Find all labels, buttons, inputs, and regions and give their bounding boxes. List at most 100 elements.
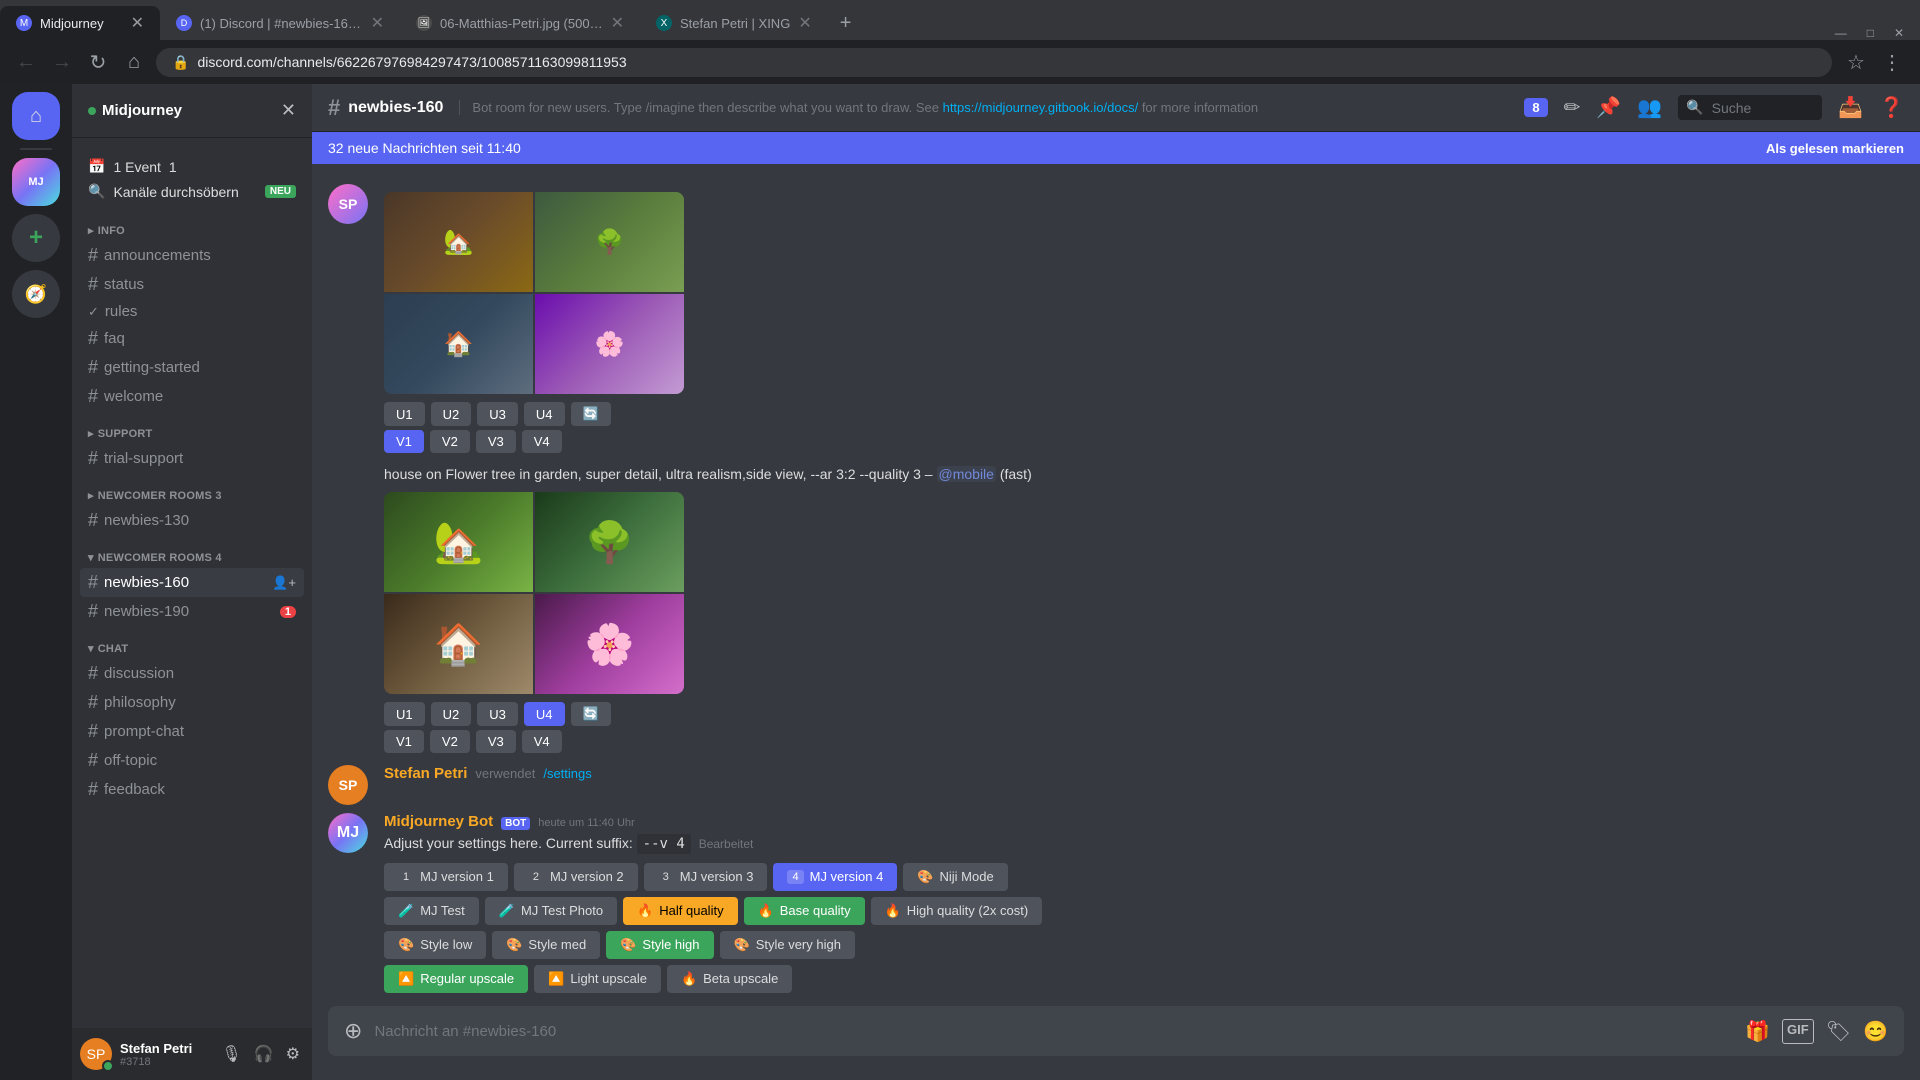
- high-quality-btn[interactable]: 🔥 High quality (2x cost): [871, 897, 1043, 925]
- event-row[interactable]: 📅 1 Event 1: [80, 154, 304, 179]
- window-minimize[interactable]: —: [1827, 26, 1855, 40]
- channel-discussion[interactable]: # discussion: [80, 659, 304, 688]
- channel-trial-support[interactable]: # trial-support: [80, 444, 304, 473]
- tab-discord[interactable]: D (1) Discord | #newbies-160 | Mid... ✕: [160, 6, 400, 40]
- channel-rules[interactable]: ✓ rules: [80, 299, 304, 324]
- tab-close-discord[interactable]: ✕: [371, 13, 384, 33]
- server-icon-midjourney[interactable]: MJ: [12, 158, 60, 206]
- u1-button-main[interactable]: U1: [384, 702, 425, 726]
- pin-icon[interactable]: 📌: [1596, 95, 1621, 120]
- v1-button-top[interactable]: V1: [384, 430, 424, 453]
- forward-button[interactable]: →: [48, 48, 76, 76]
- channel-newbies-190[interactable]: # newbies-190 1: [80, 597, 304, 626]
- channel-faq[interactable]: # faq: [80, 324, 304, 353]
- channel-prompt-chat[interactable]: # prompt-chat: [80, 717, 304, 746]
- mute-button[interactable]: 🎙: [217, 1040, 245, 1068]
- members-icon[interactable]: 👥: [1637, 95, 1662, 120]
- base-quality-btn[interactable]: 🔥 Base quality: [744, 897, 865, 925]
- category-support[interactable]: ▸ SUPPORT: [72, 411, 312, 444]
- u4-button-top[interactable]: U4: [524, 402, 565, 426]
- home-button[interactable]: ⌂: [120, 48, 148, 76]
- mj-test-photo-btn[interactable]: 🧪 MJ Test Photo: [485, 897, 617, 925]
- mark-read-button[interactable]: Als gelesen markieren: [1766, 141, 1904, 156]
- new-tab-button[interactable]: +: [828, 6, 864, 40]
- niji-mode-btn[interactable]: 🎨 Niji Mode: [903, 863, 1007, 891]
- style-high-btn[interactable]: 🎨 Style high: [606, 931, 713, 959]
- channel-getting-started[interactable]: # getting-started: [80, 353, 304, 382]
- v4-button-main[interactable]: V4: [522, 730, 562, 753]
- tab-image[interactable]: 🖼 06-Matthias-Petri.jpg (500×500) ✕: [400, 6, 640, 40]
- edit-icon[interactable]: ✏: [1564, 95, 1581, 120]
- v3-button-main[interactable]: V3: [476, 730, 516, 753]
- category-newcomer4[interactable]: ▾ NEWCOMER ROOMS 4: [72, 535, 312, 568]
- settings-link[interactable]: /settings: [543, 766, 591, 781]
- beta-upscale-btn[interactable]: 🔥 Beta upscale: [667, 965, 792, 993]
- address-bar[interactable]: 🔒 discord.com/channels/66226797698429747…: [156, 48, 1832, 77]
- gif-icon[interactable]: GIF: [1782, 1019, 1814, 1044]
- u2-button-top[interactable]: U2: [431, 402, 472, 426]
- gift-icon[interactable]: 🎁: [1745, 1019, 1770, 1044]
- server-header[interactable]: Midjourney ✕: [72, 84, 312, 138]
- style-low-btn[interactable]: 🎨 Style low: [384, 931, 486, 959]
- channel-welcome[interactable]: # welcome: [80, 382, 304, 411]
- v2-button-main[interactable]: V2: [430, 730, 470, 753]
- deafen-button[interactable]: 🎧: [250, 1040, 278, 1068]
- u3-button-top[interactable]: U3: [477, 402, 518, 426]
- server-icon-home[interactable]: ⌂: [12, 92, 60, 140]
- notification-bar[interactable]: 32 neue Nachrichten seit 11:40 Als geles…: [312, 132, 1920, 164]
- server-menu-icon[interactable]: ✕: [281, 100, 296, 121]
- style-very-high-btn[interactable]: 🎨 Style very high: [720, 931, 855, 959]
- channel-announcements[interactable]: # announcements: [80, 241, 304, 270]
- image-main-3[interactable]: 🏠: [384, 594, 533, 694]
- category-info[interactable]: ▸ INFO: [72, 208, 312, 241]
- light-upscale-btn[interactable]: 🔼 Light upscale: [534, 965, 661, 993]
- image-main-2[interactable]: 🌳: [535, 492, 684, 592]
- mj-version-1-btn[interactable]: 1 MJ version 1: [384, 863, 508, 891]
- v3-button-top[interactable]: V3: [476, 430, 516, 453]
- emoji-icon[interactable]: 😊: [1863, 1019, 1888, 1044]
- inbox-icon[interactable]: 📥: [1838, 95, 1863, 120]
- refresh-button-main[interactable]: 🔄: [571, 702, 611, 726]
- image-main-4[interactable]: 🌸: [535, 594, 684, 694]
- tab-close-midjourney[interactable]: ✕: [131, 13, 144, 33]
- chat-add-button[interactable]: ⊕: [344, 1006, 362, 1056]
- help-icon[interactable]: ❓: [1879, 95, 1904, 120]
- image-main-1[interactable]: 🏡: [384, 492, 533, 592]
- tab-close-xing[interactable]: ✕: [798, 13, 811, 33]
- tab-midjourney[interactable]: M Midjourney ✕: [0, 6, 160, 40]
- v2-button-top[interactable]: V2: [430, 430, 470, 453]
- mj-version-3-btn[interactable]: 3 MJ version 3: [644, 863, 768, 891]
- browser-settings-icon[interactable]: ⋮: [1876, 46, 1908, 78]
- window-close[interactable]: ✕: [1886, 26, 1912, 40]
- half-quality-btn[interactable]: 🔥 Half quality: [623, 897, 738, 925]
- category-newcomer3[interactable]: ▸ NEWCOMER ROOMS 3: [72, 473, 312, 506]
- reload-button[interactable]: ↻: [84, 48, 112, 76]
- channel-newbies-130[interactable]: # newbies-130: [80, 506, 304, 535]
- add-member-icon[interactable]: 👤+: [272, 575, 296, 591]
- chat-input[interactable]: [374, 1011, 1733, 1052]
- v1-button-main[interactable]: V1: [384, 730, 424, 753]
- search-bar[interactable]: 🔍 Suche: [1678, 95, 1822, 120]
- channel-off-topic[interactable]: # off-topic: [80, 746, 304, 775]
- channel-philosophy[interactable]: # philosophy: [80, 688, 304, 717]
- u4-button-main[interactable]: U4: [524, 702, 565, 726]
- window-maximize[interactable]: □: [1859, 26, 1882, 40]
- channel-desc-link[interactable]: https://midjourney.gitbook.io/docs/: [943, 100, 1139, 115]
- mj-test-btn[interactable]: 🧪 MJ Test: [384, 897, 479, 925]
- tab-xing[interactable]: X Stefan Petri | XING ✕: [640, 6, 828, 40]
- style-med-btn[interactable]: 🎨 Style med: [492, 931, 600, 959]
- back-button[interactable]: ←: [12, 48, 40, 76]
- refresh-button-top[interactable]: 🔄: [571, 402, 611, 426]
- browse-channels-row[interactable]: 🔍 Kanäle durchsöbern NEU: [80, 179, 304, 204]
- u3-button-main[interactable]: U3: [477, 702, 518, 726]
- mj-version-2-btn[interactable]: 2 MJ version 2: [514, 863, 638, 891]
- tab-close-image[interactable]: ✕: [611, 13, 624, 33]
- server-icon-explore[interactable]: 🧭: [12, 270, 60, 318]
- u1-button-top[interactable]: U1: [384, 402, 425, 426]
- regular-upscale-btn[interactable]: 🔼 Regular upscale: [384, 965, 528, 993]
- channel-newbies-160[interactable]: # newbies-160 👤+: [80, 568, 304, 597]
- channel-feedback[interactable]: # feedback: [80, 775, 304, 804]
- mj-version-4-btn[interactable]: 4 MJ version 4: [773, 863, 897, 891]
- user-settings-button[interactable]: ⚙: [282, 1040, 304, 1068]
- channel-status[interactable]: # status: [80, 270, 304, 299]
